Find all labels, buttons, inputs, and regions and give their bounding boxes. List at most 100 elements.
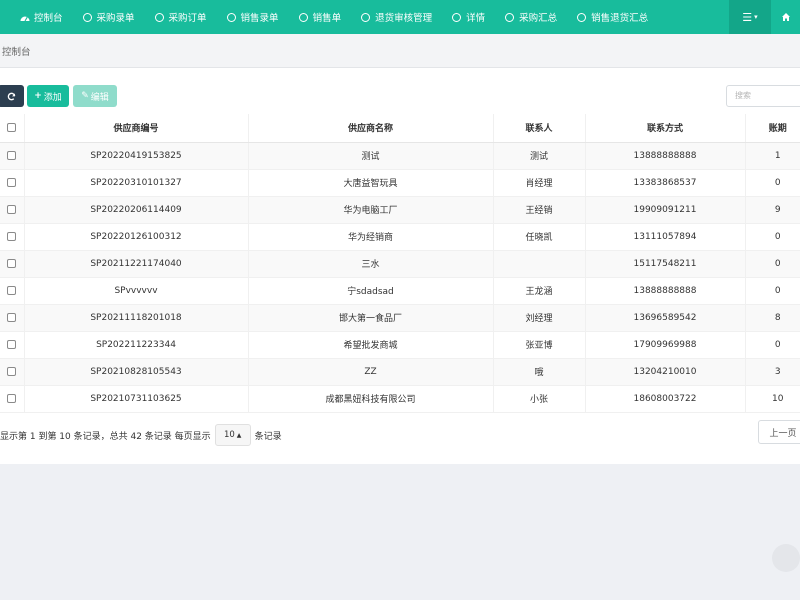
refresh-button[interactable] xyxy=(0,85,24,107)
plus-icon: + xyxy=(34,91,42,101)
supplier-name-cell: 测试 xyxy=(247,142,493,170)
supplier-code-cell: SP20220126100312 xyxy=(23,223,248,251)
nav-tab[interactable]: 控制台 xyxy=(0,0,73,34)
list-icon: ☰ xyxy=(742,10,753,24)
select-all-checkbox[interactable] xyxy=(7,122,17,132)
row-select-cell xyxy=(0,223,24,251)
search-input[interactable]: 搜索 xyxy=(726,85,800,107)
supplier-name-cell: 华为电脑工厂 xyxy=(247,196,493,224)
row-checkbox[interactable] xyxy=(7,177,17,187)
row-checkbox[interactable] xyxy=(7,204,17,214)
row-checkbox[interactable] xyxy=(7,231,17,241)
add-button-label: 添加 xyxy=(43,92,62,103)
main-panel: + 添加 ✎ 编辑 搜索 供应商编号 供应商名称 联系人 联系方式 账期 SP202… xyxy=(0,68,800,464)
phone-cell: 13383868537 xyxy=(584,169,745,197)
column-header[interactable]: 账期 xyxy=(744,114,800,143)
dashboard-icon xyxy=(20,13,30,22)
table-row[interactable]: SP20210828105543 ZZ 哦 13204210010 3 xyxy=(0,358,800,386)
table-row[interactable]: SP20211221174040 三水 15117548211 0 xyxy=(0,250,800,278)
supplier-name-cell: 大唐益智玩具 xyxy=(247,169,493,197)
select-all-cell xyxy=(0,114,24,143)
table-row[interactable]: SP20210731103625 成都黑妞科技有限公司 小张 18608003722 1… xyxy=(0,385,800,413)
phone-cell: 17909969988 xyxy=(584,331,745,359)
phone-cell: 13888888888 xyxy=(584,142,745,170)
nav-tab[interactable]: 销售退货汇总 xyxy=(567,0,658,34)
edit-button[interactable]: ✎ 编辑 xyxy=(73,85,117,107)
row-checkbox[interactable] xyxy=(7,339,17,349)
nav-tab[interactable]: 采购汇总 xyxy=(495,0,567,34)
supplier-name-cell: 华为经销商 xyxy=(247,223,493,251)
table-row[interactable]: SP20211118201018 邯大第一食品厂 刘经理 13696589542 8 xyxy=(0,304,800,332)
circle-icon xyxy=(452,12,462,22)
row-checkbox[interactable] xyxy=(7,366,17,376)
supplier-name-cell: 希望批发商城 xyxy=(247,331,493,359)
term-cell: 3 xyxy=(744,358,800,386)
supplier-code-cell: SP20211118201018 xyxy=(23,304,248,332)
phone-cell: 19909091211 xyxy=(584,196,745,224)
row-checkbox[interactable] xyxy=(7,285,17,295)
contact-cell: 王龙涵 xyxy=(492,277,585,305)
nav-tab[interactable]: 采购录单 xyxy=(73,0,145,34)
row-select-cell xyxy=(0,277,24,305)
refresh-icon xyxy=(7,92,15,100)
table-row[interactable]: SP202211223344 希望批发商城 张亚博 17909969988 0 xyxy=(0,331,800,359)
nav-tab[interactable]: 采购订单 xyxy=(145,0,217,34)
nav-tab[interactable]: 销售录单 xyxy=(217,0,289,34)
nav-tab[interactable]: 详情 xyxy=(442,0,495,34)
home-button[interactable] xyxy=(771,0,800,34)
nav-tab-label: 详情 xyxy=(466,13,486,24)
supplier-name-cell: 成都黑妞科技有限公司 xyxy=(247,385,493,413)
breadcrumb-item[interactable]: 控制台 xyxy=(2,44,31,58)
table-row[interactable]: SP20220126100312 华为经销商 任晓凯 13111057894 0 xyxy=(0,223,800,251)
column-header[interactable]: 联系人 xyxy=(492,114,585,143)
add-button[interactable]: + 添加 xyxy=(27,85,69,107)
row-select-cell xyxy=(0,385,24,413)
nav-tab-label: 退货审核管理 xyxy=(375,13,433,24)
breadcrumb: 控制台 xyxy=(0,34,800,68)
page-size-dropdown[interactable]: 10 ▲ xyxy=(214,424,251,446)
supplier-name-cell: 三水 xyxy=(247,250,493,278)
nav-tab-label: 采购录单 xyxy=(96,13,135,24)
row-checkbox[interactable] xyxy=(7,150,17,160)
contact-cell: 王经销 xyxy=(492,196,585,224)
table-row[interactable]: SPvvvvvv 宁sdadsad 王龙涵 13888888888 0 xyxy=(0,277,800,305)
supplier-name-cell: 邯大第一食品厂 xyxy=(247,304,493,332)
phone-cell: 13111057894 xyxy=(584,223,745,251)
row-select-cell xyxy=(0,304,24,332)
contact-cell: 哦 xyxy=(492,358,585,386)
term-cell: 0 xyxy=(744,250,800,278)
nav-tab-label: 采购订单 xyxy=(168,13,207,24)
nav-tab-label: 控制台 xyxy=(34,13,63,24)
supplier-code-cell: SP20220310101327 xyxy=(23,169,248,197)
supplier-code-cell: SP20211221174040 xyxy=(23,250,248,278)
column-header[interactable]: 供应商名称 xyxy=(247,114,493,143)
top-navbar: 控制台 采购录单 采购订单 销售录单 销售单 退货审核管理 详情 采购汇总 销售退货汇总 ☰ ▾ xyxy=(0,0,800,34)
supplier-name-cell: 宁sdadsad xyxy=(247,277,493,305)
nav-tab-label: 销售退货汇总 xyxy=(591,13,649,24)
table-row[interactable]: SP20220310101327 大唐益智玩具 肖经理 13383868537 0 xyxy=(0,169,800,197)
prev-page-button[interactable]: 上一页 xyxy=(758,420,800,444)
table-row[interactable]: SP20220419153825 测试 测试 13888888888 1 xyxy=(0,142,800,170)
term-cell: 0 xyxy=(744,169,800,197)
contact-cell: 张亚博 xyxy=(492,331,585,359)
menu-toggle-button[interactable]: ☰ ▾ xyxy=(729,0,771,34)
row-checkbox[interactable] xyxy=(7,258,17,268)
phone-cell: 13888888888 xyxy=(584,277,745,305)
row-checkbox[interactable] xyxy=(7,312,17,322)
nav-tab[interactable]: 退货审核管理 xyxy=(351,0,442,34)
pencil-icon: ✎ xyxy=(81,91,89,101)
supplier-table: 供应商编号 供应商名称 联系人 联系方式 账期 SP20220419153825… xyxy=(0,114,800,413)
table-row[interactable]: SP20220206114409 华为电脑工厂 王经销 19909091211 9 xyxy=(0,196,800,224)
contact-cell: 刘经理 xyxy=(492,304,585,332)
column-header[interactable]: 联系方式 xyxy=(584,114,745,143)
circle-icon xyxy=(298,12,308,22)
circle-icon xyxy=(505,12,515,22)
nav-tab[interactable]: 销售单 xyxy=(289,0,352,34)
supplier-code-cell: SP202211223344 xyxy=(23,331,248,359)
supplier-name-cell: ZZ xyxy=(247,358,493,386)
nav-tab-label: 采购汇总 xyxy=(519,13,558,24)
column-header[interactable]: 供应商编号 xyxy=(23,114,248,143)
row-checkbox[interactable] xyxy=(7,393,17,403)
row-select-cell xyxy=(0,331,24,359)
contact-cell: 测试 xyxy=(492,142,585,170)
